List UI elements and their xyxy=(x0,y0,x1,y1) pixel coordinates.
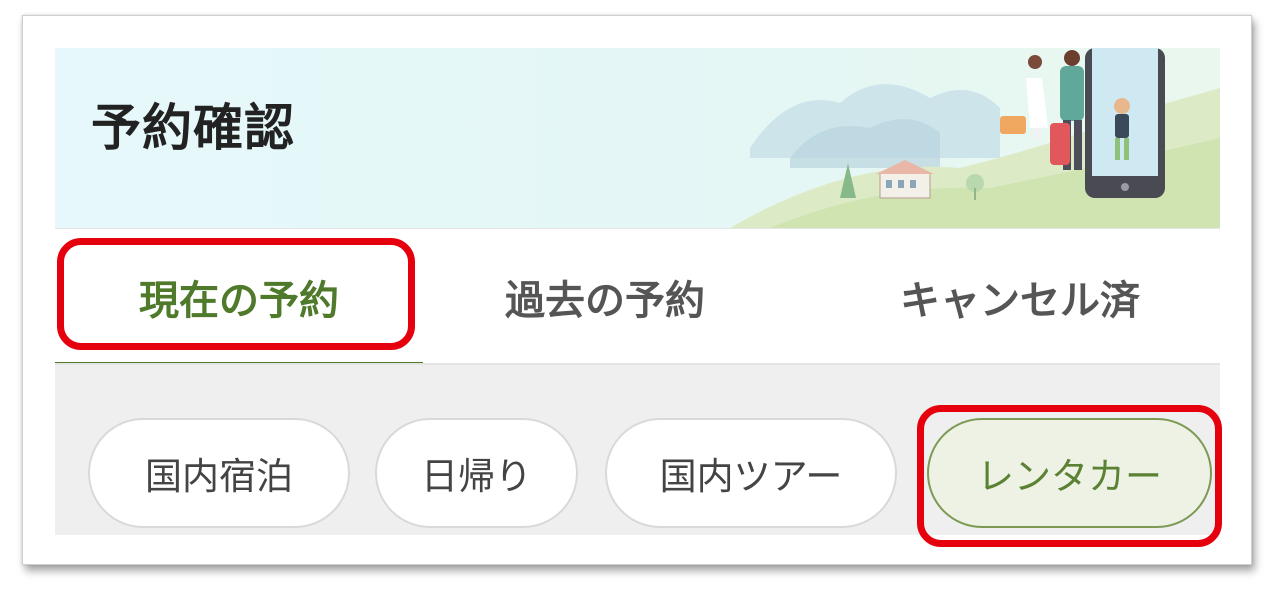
chip-domestic-stay[interactable]: 国内宿泊 xyxy=(88,418,350,528)
page-title: 予約確認 xyxy=(91,99,295,157)
chip-domestic-tour[interactable]: 国内ツアー xyxy=(605,418,897,528)
tab-current-reservations[interactable]: 現在の予約 xyxy=(55,229,423,364)
page-header: 予約確認 xyxy=(55,48,1220,228)
chip-day-trip[interactable]: 日帰り xyxy=(375,418,578,528)
tab-cancelled[interactable]: キャンセル済 xyxy=(855,229,1185,364)
travel-family-illustration xyxy=(730,48,1220,228)
category-filter-bar: 国内宿泊 日帰り 国内ツアー レンタカー xyxy=(55,365,1220,535)
chip-rental-car[interactable]: レンタカー xyxy=(927,418,1212,528)
tab-past-reservations[interactable]: 過去の予約 xyxy=(445,229,765,364)
reservation-tabs: 現在の予約 過去の予約 キャンセル済 xyxy=(55,228,1220,366)
